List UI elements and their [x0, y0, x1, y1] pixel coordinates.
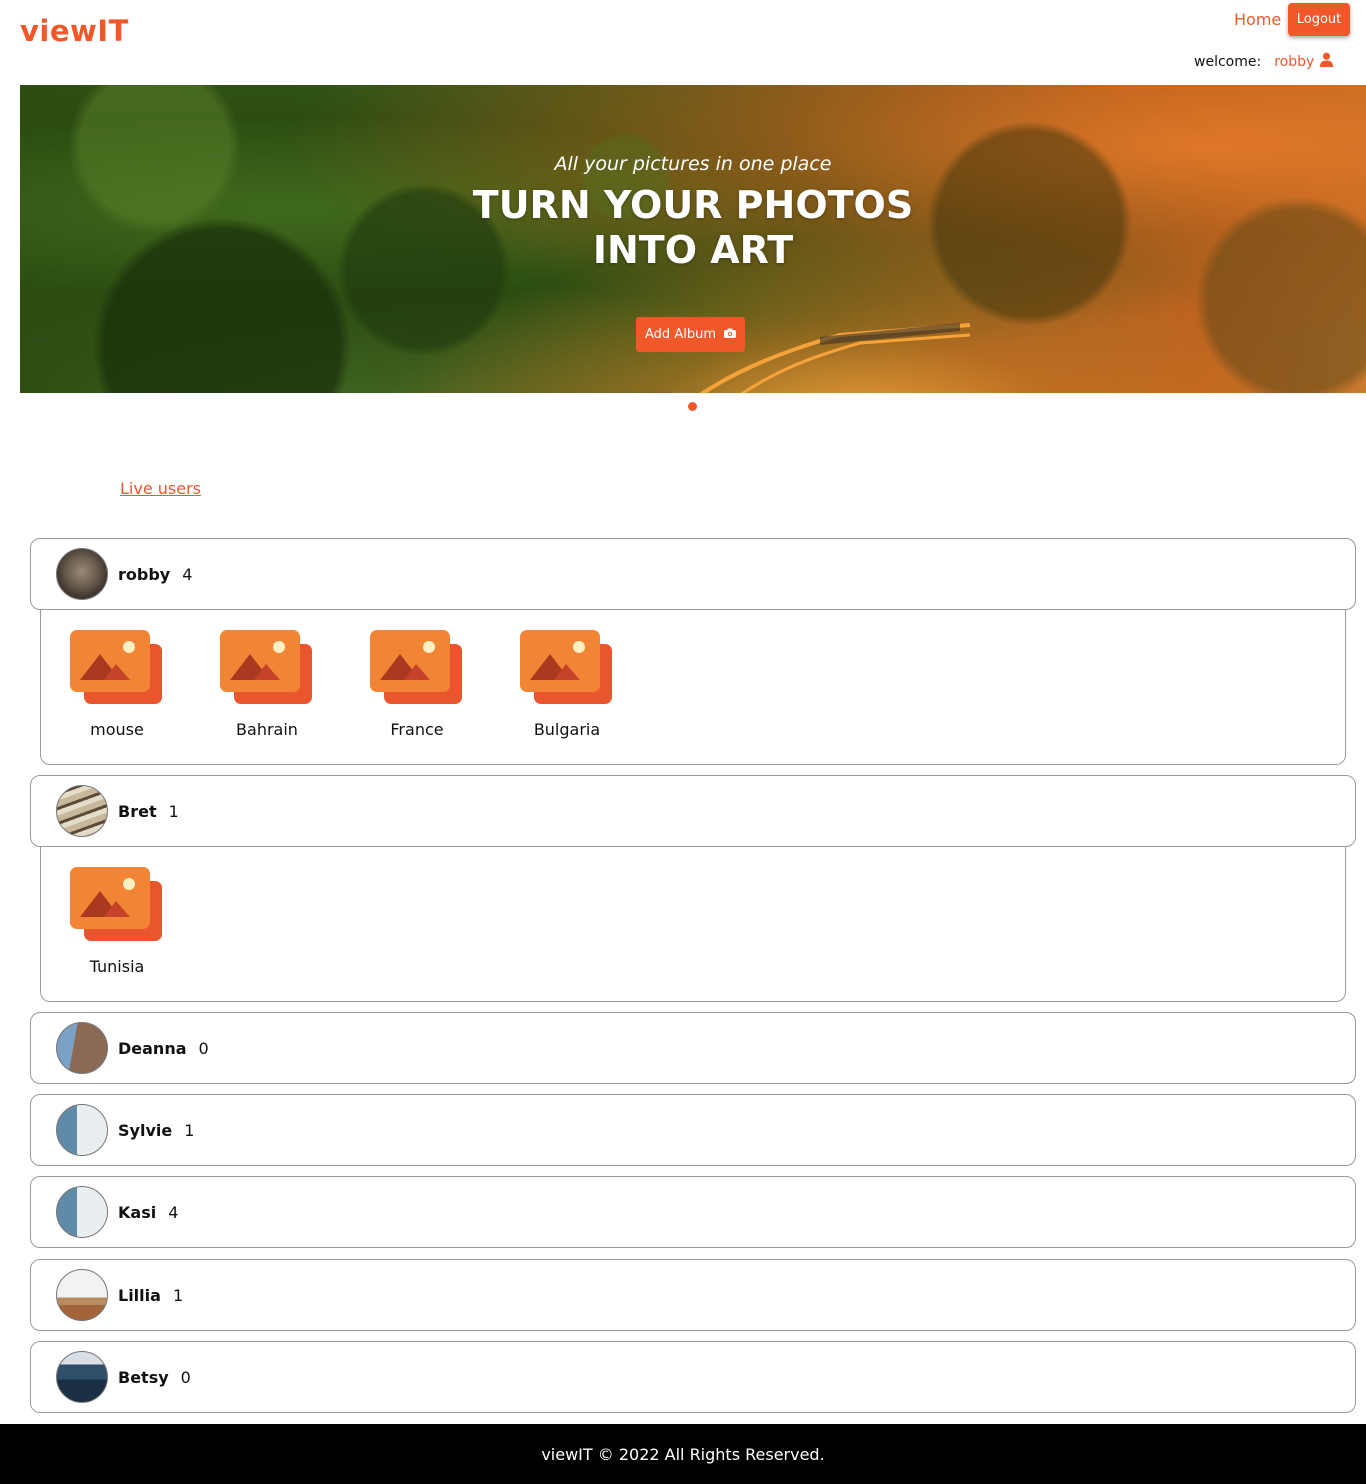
add-album-label: Add Album: [645, 327, 716, 342]
user-row-betsy[interactable]: Betsy 0: [30, 1341, 1356, 1413]
welcome-bar: welcome: robby: [1194, 52, 1334, 71]
image-icon: [220, 630, 312, 704]
add-album-button[interactable]: Add Album: [636, 317, 745, 352]
user-row-robby[interactable]: robby 4: [30, 538, 1356, 610]
album-count: 1: [172, 1285, 184, 1305]
hero-title-line-1: TURN YOUR PHOTOS: [472, 183, 914, 227]
user-row-sylvie[interactable]: Sylvie 1: [30, 1094, 1356, 1166]
user-row-kasi[interactable]: Kasi 4: [30, 1176, 1356, 1248]
logout-button[interactable]: Logout: [1288, 3, 1350, 36]
album-count: 0: [198, 1038, 209, 1058]
user-row-deanna[interactable]: Deanna 0: [30, 1012, 1356, 1084]
album-item[interactable]: France: [357, 630, 477, 739]
album-count: 0: [180, 1367, 191, 1387]
albums-panel-robby: mouse Bahrain France Bulgaria: [40, 610, 1346, 765]
album-count: 4: [182, 564, 193, 584]
image-icon: [70, 630, 162, 704]
user-row-lillia[interactable]: Lillia 1: [30, 1259, 1356, 1331]
carousel-indicator[interactable]: [688, 402, 697, 411]
album-count: 4: [168, 1202, 179, 1222]
camera-icon: [723, 327, 736, 342]
avatar: [56, 1104, 108, 1156]
image-icon: [70, 867, 162, 941]
album-item[interactable]: Bulgaria: [507, 630, 627, 739]
welcome-label: welcome:: [1194, 53, 1262, 70]
footer-text: viewIT © 2022 All Rights Reserved.: [541, 1444, 825, 1464]
user-name: robby: [118, 564, 171, 584]
album-item[interactable]: Bahrain: [207, 630, 327, 739]
hero-banner: All your pictures in one place TURN YOUR…: [20, 85, 1366, 393]
album-label: France: [390, 720, 444, 739]
avatar: [56, 785, 108, 837]
user-name: Deanna: [118, 1038, 187, 1058]
avatar: [56, 1269, 108, 1321]
user-icon[interactable]: [1319, 52, 1334, 71]
user-name: Bret: [118, 801, 157, 821]
album-item[interactable]: Tunisia: [57, 867, 177, 976]
user-name: Lillia: [118, 1285, 161, 1305]
album-label: mouse: [90, 720, 144, 739]
brand-logo[interactable]: viewIT: [20, 14, 129, 48]
hero-subtitle: All your pictures in one place: [554, 153, 832, 175]
image-icon: [520, 630, 612, 704]
album-label: Tunisia: [89, 957, 145, 976]
album-label: Bulgaria: [533, 720, 601, 739]
home-link[interactable]: Home: [1234, 10, 1281, 29]
album-count: 1: [184, 1120, 195, 1140]
avatar: [56, 1186, 108, 1238]
avatar: [56, 1022, 108, 1074]
albums-panel-bret: Tunisia: [40, 847, 1346, 1002]
avatar: [56, 1351, 108, 1403]
hero-title-line-2: INTO ART: [592, 228, 794, 272]
album-count: 1: [168, 801, 179, 821]
album-label: Bahrain: [236, 720, 298, 739]
hero-title: TURN YOUR PHOTOS INTO ART: [20, 183, 1366, 273]
live-users-link[interactable]: Live users: [120, 479, 201, 498]
album-item[interactable]: mouse: [57, 630, 177, 739]
user-name: Sylvie: [118, 1120, 173, 1140]
image-icon: [370, 630, 462, 704]
user-row-bret[interactable]: Bret 1: [30, 775, 1356, 847]
username-link[interactable]: robby: [1274, 54, 1314, 70]
avatar: [56, 548, 108, 600]
user-name: Betsy: [118, 1367, 169, 1387]
footer: viewIT © 2022 All Rights Reserved.: [0, 1424, 1366, 1484]
user-name: Kasi: [118, 1202, 157, 1222]
